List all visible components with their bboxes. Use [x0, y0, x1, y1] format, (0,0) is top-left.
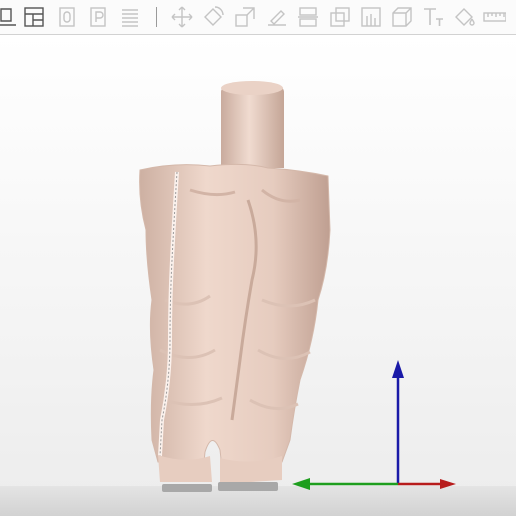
rotate-icon[interactable] — [200, 4, 226, 30]
lay-flat-icon[interactable] — [264, 4, 290, 30]
split-icon[interactable] — [327, 4, 353, 30]
pants-model[interactable] — [139, 81, 331, 492]
layout-icon[interactable] — [21, 4, 47, 30]
axis-gizmo — [292, 360, 456, 490]
measure-icon[interactable] — [481, 4, 507, 30]
pants-body — [139, 163, 331, 469]
paint-icon[interactable] — [451, 4, 477, 30]
toolbar-separator — [156, 7, 157, 27]
copy-object-icon[interactable] — [55, 4, 81, 30]
cut-icon[interactable] — [295, 4, 321, 30]
move-icon[interactable] — [169, 4, 195, 30]
paste-object-icon[interactable] — [86, 4, 112, 30]
support-icon[interactable] — [358, 4, 384, 30]
list-icon[interactable] — [117, 4, 143, 30]
scale-icon[interactable] — [232, 4, 258, 30]
edit-icon[interactable] — [0, 4, 20, 30]
hollow-icon[interactable] — [389, 4, 415, 30]
right-sole — [218, 482, 278, 491]
scene — [0, 81, 516, 516]
cylinder-top — [221, 81, 283, 95]
3d-viewport[interactable] — [0, 35, 516, 516]
toolbar — [0, 0, 516, 35]
left-sole — [162, 484, 212, 492]
z-axis-arrow — [392, 360, 404, 378]
text-icon[interactable] — [420, 4, 446, 30]
